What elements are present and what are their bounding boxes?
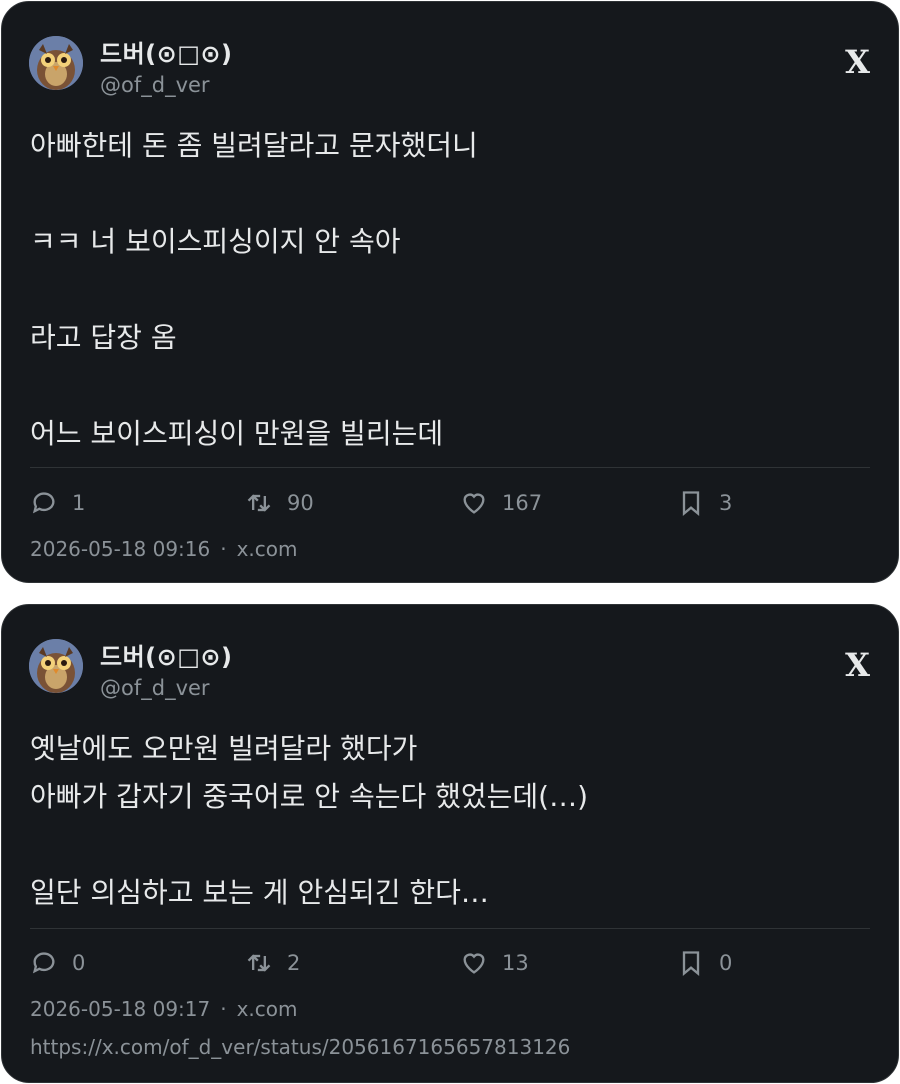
speech-bubble-icon: [30, 489, 58, 517]
reply-count: 0: [72, 951, 86, 975]
author-handle[interactable]: @of_d_ver: [100, 73, 210, 97]
post-paragraph: ㅋㅋ 너 보이스피싱이지 안 속아: [30, 225, 401, 258]
like-count: 13: [502, 951, 529, 975]
bookmark-button[interactable]: 3: [677, 489, 732, 517]
reply-button[interactable]: 0: [30, 949, 85, 977]
post-paragraph: 어느 보이스피싱이 만원을 빌리는데: [30, 417, 444, 450]
bookmark-count: 3: [719, 491, 733, 515]
reply-count: 1: [72, 491, 86, 515]
repost-count: 2: [287, 951, 301, 975]
reply-button[interactable]: 1: [30, 489, 85, 517]
bookmark-icon: [677, 949, 705, 977]
post-text: 옛날에도 오만원 빌려달라 했다가 아빠가 갑자기 중국어로 안 속는다 했었는…: [30, 725, 870, 917]
bookmark-count: 0: [719, 951, 733, 975]
source-link[interactable]: x.com: [237, 997, 298, 1021]
bookmark-button[interactable]: 0: [677, 949, 732, 977]
like-count: 167: [502, 491, 543, 515]
speech-bubble-icon: [30, 949, 58, 977]
author-name[interactable]: 드버(⊙□⊙): [100, 34, 233, 69]
action-bar: 1 90 167 3: [30, 489, 870, 523]
post-card[interactable]: 드버(⊙□⊙) @of_d_ver X 옛날에도 오만원 빌려달라 했다가 아빠…: [1, 604, 899, 1083]
timestamp[interactable]: 2026-05-18 09:17: [30, 997, 210, 1021]
separator-dot: ·: [220, 997, 227, 1021]
post-card[interactable]: 드버(⊙□⊙) @of_d_ver X 아빠한테 돈 좀 빌려달라고 문자했더니…: [1, 1, 899, 583]
post-line: 옛날에도 오만원 빌려달라 했다가: [30, 732, 418, 765]
author-handle[interactable]: @of_d_ver: [100, 676, 210, 700]
heart-icon: [460, 489, 488, 517]
action-bar: 0 2 13 0: [30, 949, 870, 983]
post-paragraph: 아빠한테 돈 좀 빌려달라고 문자했더니: [30, 129, 478, 162]
avatar[interactable]: [29, 36, 83, 90]
timestamp[interactable]: 2026-05-18 09:16: [30, 537, 210, 561]
owl-avatar-icon: [29, 639, 83, 693]
heart-icon: [460, 949, 488, 977]
post-meta: 2026-05-18 09:16 · x.com: [30, 537, 298, 561]
like-button[interactable]: 13: [460, 949, 529, 977]
avatar[interactable]: [29, 639, 83, 693]
post-text: 아빠한테 돈 좀 빌려달라고 문자했더니 ㅋㅋ 너 보이스피싱이지 안 속아 라…: [30, 122, 870, 458]
repost-icon: [245, 489, 273, 517]
status-url[interactable]: https://x.com/of_d_ver/status/2056167165…: [30, 1035, 570, 1059]
bookmark-icon: [677, 489, 705, 517]
post-paragraph: 라고 답장 옴: [30, 321, 177, 354]
repost-count: 90: [287, 491, 314, 515]
divider: [30, 467, 870, 468]
repost-button[interactable]: 2: [245, 949, 300, 977]
post-meta: 2026-05-18 09:17 · x.com: [30, 997, 298, 1021]
source-link[interactable]: x.com: [237, 537, 298, 561]
repost-button[interactable]: 90: [245, 489, 314, 517]
divider: [30, 928, 870, 929]
owl-avatar-icon: [29, 36, 83, 90]
post-line: 일단 의심하고 보는 게 안심되긴 한다…: [30, 876, 489, 909]
post-line: 아빠가 갑자기 중국어로 안 속는다 했었는데(…): [30, 780, 589, 813]
like-button[interactable]: 167: [460, 489, 542, 517]
x-logo-icon[interactable]: X: [845, 649, 870, 681]
separator-dot: ·: [220, 537, 227, 561]
x-logo-icon[interactable]: X: [845, 46, 870, 78]
author-name[interactable]: 드버(⊙□⊙): [100, 637, 233, 672]
repost-icon: [245, 949, 273, 977]
